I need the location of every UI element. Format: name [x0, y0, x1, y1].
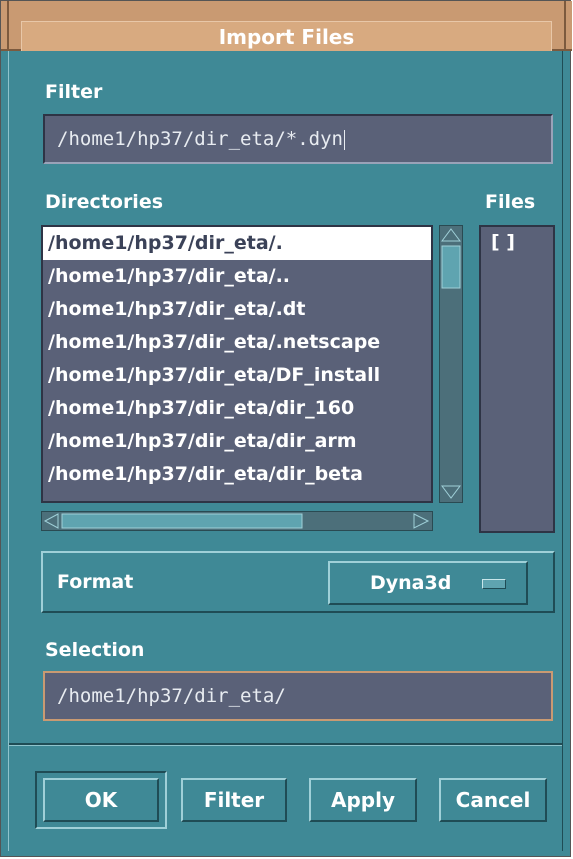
directory-list-item[interactable]: /home1/hp37/dir_eta/dir_beta — [43, 458, 431, 491]
filter-label: Filter — [45, 81, 103, 103]
scrollbar-graphics — [441, 228, 461, 499]
scroll-left-arrow-icon[interactable] — [43, 513, 59, 529]
directory-list-item[interactable]: /home1/hp37/dir_eta/.. — [43, 260, 431, 293]
scroll-right-arrow-icon[interactable] — [413, 513, 430, 529]
filter-button[interactable]: Filter — [181, 778, 287, 822]
scroll-up-arrow-icon[interactable] — [441, 228, 461, 242]
directories-list[interactable]: /home1/hp37/dir_eta/./home1/hp37/dir_eta… — [41, 225, 433, 503]
format-selected-value: Dyna3d — [370, 572, 452, 594]
directories-list-items: /home1/hp37/dir_eta/./home1/hp37/dir_eta… — [43, 227, 431, 491]
selection-label: Selection — [45, 639, 145, 661]
filter-input[interactable]: /home1/hp37/dir_eta/*.dyn — [43, 114, 553, 164]
option-menu-indicator-icon — [482, 579, 506, 589]
directory-list-item[interactable]: /home1/hp37/dir_eta/dir_arm — [43, 425, 431, 458]
directories-label: Directories — [45, 191, 164, 213]
directory-list-item[interactable]: /home1/hp37/dir_eta/. — [43, 227, 431, 260]
cancel-button[interactable]: Cancel — [439, 778, 547, 822]
import-files-dialog: Import Files Filter /home1/hp37/dir_eta/… — [0, 0, 572, 857]
directories-horizontal-scrollbar[interactable] — [41, 511, 433, 531]
filter-input-text: /home1/hp37/dir_eta/*.dyn — [57, 128, 343, 150]
files-list[interactable]: [ ] — [479, 225, 555, 533]
frame-right-border[interactable] — [564, 1, 566, 51]
apply-button[interactable]: Apply — [309, 778, 417, 822]
selection-input[interactable]: /home1/hp37/dir_eta/ — [43, 671, 553, 721]
directory-list-item[interactable]: /home1/hp37/dir_eta/dir_160 — [43, 392, 431, 425]
format-panel: Format Dyna3d — [41, 551, 555, 613]
title-bar[interactable]: Import Files — [1, 1, 572, 52]
directories-vertical-scrollbar[interactable] — [439, 225, 463, 503]
window-title[interactable]: Import Files — [21, 21, 552, 52]
hscrollbar-graphics — [43, 513, 430, 529]
directory-list-item[interactable]: /home1/hp37/dir_eta/DF_install — [43, 359, 431, 392]
format-label: Format — [57, 571, 134, 593]
files-label: Files — [485, 191, 536, 213]
hscroll-thumb[interactable] — [61, 513, 303, 529]
selection-input-text: /home1/hp37/dir_eta/ — [57, 685, 286, 707]
separator — [9, 743, 562, 746]
scroll-down-arrow-icon[interactable] — [441, 485, 461, 499]
directory-list-item[interactable]: /home1/hp37/dir_eta/.netscape — [43, 326, 431, 359]
ok-button[interactable]: OK — [43, 778, 159, 822]
format-option-menu[interactable]: Dyna3d — [328, 561, 528, 605]
directory-list-item[interactable]: /home1/hp37/dir_eta/.dt — [43, 293, 431, 326]
files-list-item[interactable]: [ ] — [491, 231, 515, 253]
dialog-content: Filter /home1/hp37/dir_eta/*.dyn Directo… — [8, 51, 563, 851]
frame-left-border[interactable] — [7, 1, 9, 51]
scroll-thumb[interactable] — [441, 245, 461, 289]
text-cursor — [343, 129, 345, 150]
